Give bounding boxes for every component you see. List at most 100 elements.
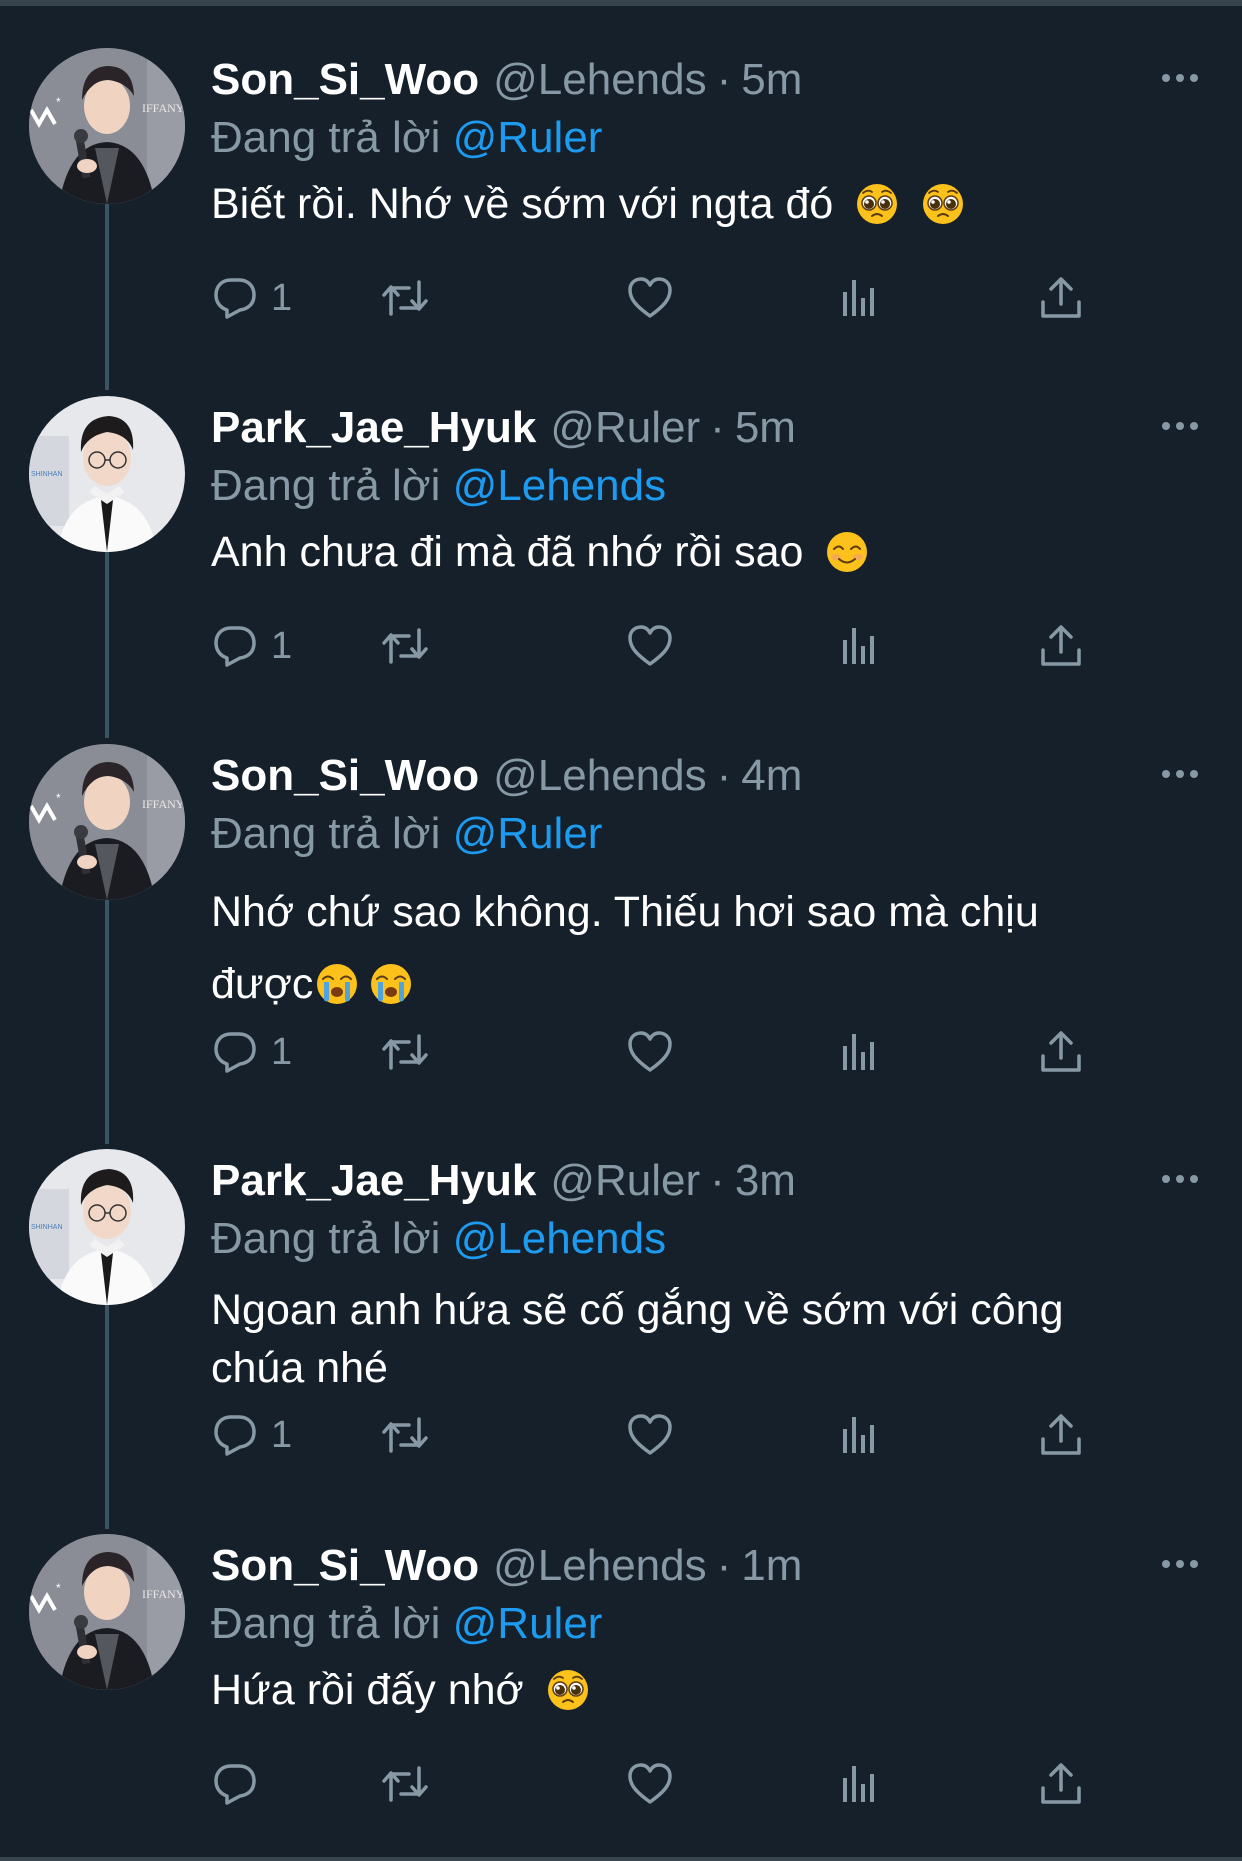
replying-to-label: Đang trả lời — [211, 113, 441, 162]
reply-count: 1 — [271, 1413, 293, 1456]
replying-to-label: Đang trả lời — [211, 461, 441, 510]
share-button[interactable] — [1037, 1024, 1085, 1080]
share-icon — [1037, 622, 1085, 670]
replying-to: Đang trả lời @Ruler — [211, 1594, 602, 1654]
timestamp[interactable]: 3m — [735, 1156, 796, 1205]
like-button[interactable] — [626, 270, 674, 326]
like-button[interactable] — [626, 618, 674, 674]
more-icon[interactable] — [1160, 1167, 1200, 1191]
analytics-button[interactable] — [835, 1756, 883, 1812]
avatar[interactable] — [29, 396, 185, 552]
mention-link[interactable]: @Ruler — [453, 1599, 603, 1648]
retweet-icon — [381, 622, 429, 670]
share-button[interactable] — [1037, 1407, 1085, 1463]
tweet-header: Park_Jae_Hyuk @Ruler · 3m — [211, 1151, 796, 1211]
crying-face-emoji — [315, 962, 359, 1006]
tweet-actions: 1 — [211, 1407, 1111, 1463]
like-icon — [626, 1760, 674, 1808]
tweet-text: Anh chưa đi mà đã nhớ rồi sao — [211, 523, 1211, 581]
thread-connector — [105, 204, 109, 390]
tweet-text-line-2: chúa nhé — [211, 1344, 388, 1392]
separator-dot: · — [716, 751, 732, 800]
replying-to-label: Đang trả lời — [211, 809, 441, 858]
like-button[interactable] — [626, 1407, 674, 1463]
more-icon[interactable] — [1160, 762, 1200, 786]
thread-connector — [105, 552, 109, 738]
share-icon — [1037, 1411, 1085, 1459]
more-icon[interactable] — [1160, 414, 1200, 438]
author-name[interactable]: Son_Si_Woo — [211, 55, 479, 104]
share-button[interactable] — [1037, 270, 1085, 326]
author-handle[interactable]: @Lehends — [479, 1541, 707, 1590]
mention-link[interactable]: @Lehends — [453, 1214, 667, 1263]
timestamp[interactable]: 5m — [741, 55, 802, 104]
reply-button[interactable]: 1 — [211, 618, 292, 674]
share-icon — [1037, 1028, 1085, 1076]
author-name[interactable]: Son_Si_Woo — [211, 751, 479, 800]
tweet-text-body: Hứa rồi đấy nhớ — [211, 1666, 524, 1714]
retweet-button[interactable] — [381, 1024, 429, 1080]
like-button[interactable] — [626, 1024, 674, 1080]
separator-dot: · — [710, 1156, 725, 1205]
analytics-icon — [835, 274, 883, 322]
author-handle[interactable]: @Ruler — [536, 403, 700, 452]
reply-count: 1 — [271, 1030, 293, 1073]
reply-icon — [211, 1760, 259, 1808]
avatar[interactable] — [29, 48, 185, 204]
retweet-button[interactable] — [381, 1407, 429, 1463]
avatar[interactable] — [29, 744, 185, 900]
like-icon — [626, 1411, 674, 1459]
author-handle[interactable]: @Ruler — [536, 1156, 700, 1205]
reply-button[interactable]: 1 — [211, 1024, 292, 1080]
like-icon — [626, 1028, 674, 1076]
author-name[interactable]: Park_Jae_Hyuk — [211, 403, 536, 452]
reply-count: 1 — [271, 276, 293, 319]
share-button[interactable] — [1037, 618, 1085, 674]
tweet-text: Hứa rồi đấy nhớ — [211, 1661, 1211, 1719]
retweet-button[interactable] — [381, 618, 429, 674]
share-button[interactable] — [1037, 1756, 1085, 1812]
retweet-icon — [381, 1411, 429, 1459]
share-icon — [1037, 274, 1085, 322]
reply-icon — [211, 274, 259, 322]
author-handle[interactable]: @Lehends — [479, 55, 707, 104]
timestamp[interactable]: 4m — [741, 751, 802, 800]
timestamp[interactable]: 5m — [735, 403, 796, 452]
bottom-border — [0, 1857, 1242, 1861]
analytics-button[interactable] — [835, 618, 883, 674]
analytics-button[interactable] — [835, 270, 883, 326]
tweet-text-body: Anh chưa đi mà đã nhớ rồi sao — [211, 528, 804, 576]
pleading-face-emoji — [921, 182, 965, 226]
reply-button[interactable]: 1 — [211, 1407, 292, 1463]
reply-icon — [211, 1411, 259, 1459]
reply-icon — [211, 1028, 259, 1076]
tweet-actions: 1 — [211, 270, 1111, 326]
smiling-face-emoji — [825, 530, 869, 574]
more-icon[interactable] — [1160, 66, 1200, 90]
retweet-button[interactable] — [381, 1756, 429, 1812]
author-handle[interactable]: @Lehends — [479, 751, 707, 800]
reply-button[interactable] — [211, 1756, 271, 1812]
tweet-header: Son_Si_Woo @Lehends · 4m — [211, 746, 802, 806]
retweet-icon — [381, 1028, 429, 1076]
author-name[interactable]: Park_Jae_Hyuk — [211, 1156, 536, 1205]
tweet-text-line-2: được — [211, 960, 314, 1008]
avatar[interactable] — [29, 1534, 185, 1690]
tweet-actions: 1 — [211, 618, 1111, 674]
retweet-icon — [381, 274, 429, 322]
mention-link[interactable]: @Lehends — [453, 461, 667, 510]
reply-count: 1 — [271, 624, 293, 667]
reply-button[interactable]: 1 — [211, 270, 292, 326]
tweet-header: Son_Si_Woo @Lehends · 5m — [211, 50, 802, 110]
analytics-button[interactable] — [835, 1024, 883, 1080]
retweet-button[interactable] — [381, 270, 429, 326]
author-name[interactable]: Son_Si_Woo — [211, 1541, 479, 1590]
mention-link[interactable]: @Ruler — [453, 809, 603, 858]
timestamp[interactable]: 1m — [741, 1541, 802, 1590]
more-icon[interactable] — [1160, 1552, 1200, 1576]
analytics-button[interactable] — [835, 1407, 883, 1463]
retweet-icon — [381, 1760, 429, 1808]
like-button[interactable] — [626, 1756, 674, 1812]
avatar[interactable] — [29, 1149, 185, 1305]
mention-link[interactable]: @Ruler — [453, 113, 603, 162]
